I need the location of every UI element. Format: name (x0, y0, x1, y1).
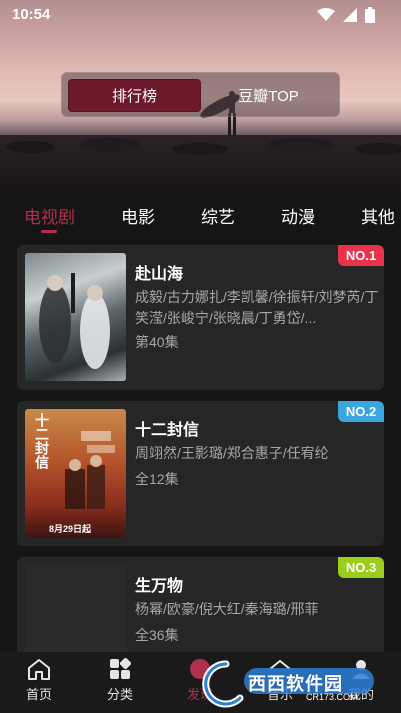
tab-other[interactable]: 其他 (361, 203, 395, 228)
rank-badge: NO.3 (338, 557, 384, 578)
category-tabs: 电视剧 电影 综艺 动漫 其他 (0, 196, 401, 236)
card-cast: 成毅/古力娜扎/李凯馨/徐振轩/刘梦芮/丁笑滢/张峻宁/张晓晨/丁勇岱/... (135, 289, 379, 326)
nav-home-label: 首页 (25, 687, 52, 702)
battery-icon (365, 7, 375, 23)
grid-icon (110, 658, 131, 679)
douban-top-tab-button[interactable]: 豆瓣TOP (202, 79, 335, 112)
rank-badge: NO.1 (338, 245, 384, 266)
watermark-logo: 西西软件园 CR173.COM (196, 658, 381, 708)
card-episodes: 全12集 (135, 471, 179, 487)
tab-tv-series[interactable]: 电视剧 (24, 203, 75, 228)
watermark-url: CR173.COM (306, 692, 358, 702)
nav-category[interactable]: 分类 (90, 658, 150, 708)
card-title: 十二封信 (135, 422, 200, 439)
card-cast: 杨幂/欧豪/倪大红/秦海璐/邢菲 (135, 601, 319, 617)
card-title: 赴山海 (135, 266, 184, 283)
card-episodes: 全36集 (135, 627, 179, 643)
wifi-icon (317, 8, 335, 21)
card-cast: 周翊然/王影璐/郑合惠子/任宥纶 (135, 445, 329, 461)
poster-date-text: 8月29日起 (49, 524, 92, 534)
rank-badge: NO.2 (338, 401, 384, 422)
ranking-tab-button[interactable]: 排行榜 (68, 79, 201, 112)
nav-category-label: 分类 (106, 687, 133, 702)
active-tab-indicator (41, 230, 57, 233)
card-title: 生万物 (135, 578, 184, 595)
ranking-segment-control: 排行榜 豆瓣TOP (61, 72, 340, 117)
poster-image (25, 253, 126, 381)
tab-anime[interactable]: 动漫 (281, 203, 315, 228)
poster-image: 十二封信 8月29日起 (25, 409, 126, 537)
status-bar: 10:54 (0, 0, 401, 28)
nav-home[interactable]: 首页 (9, 658, 69, 708)
card-episodes: 第40集 (135, 334, 179, 350)
rocks-silhouette (0, 135, 401, 192)
status-time: 10:54 (12, 6, 51, 23)
ranking-card[interactable]: 赴山海 成毅/古力娜扎/李凯馨/徐振轩/刘梦芮/丁笑滢/张峻宁/张晓晨/丁勇岱/… (17, 245, 384, 390)
ranking-card[interactable]: 十二封信 8月29日起 十二封信 周翊然/王影璐/郑合惠子/任宥纶 全12集 N… (17, 401, 384, 546)
tab-variety[interactable]: 综艺 (201, 203, 235, 228)
tab-movies[interactable]: 电影 (121, 203, 155, 228)
signal-icon (343, 8, 357, 22)
home-icon (28, 659, 50, 680)
